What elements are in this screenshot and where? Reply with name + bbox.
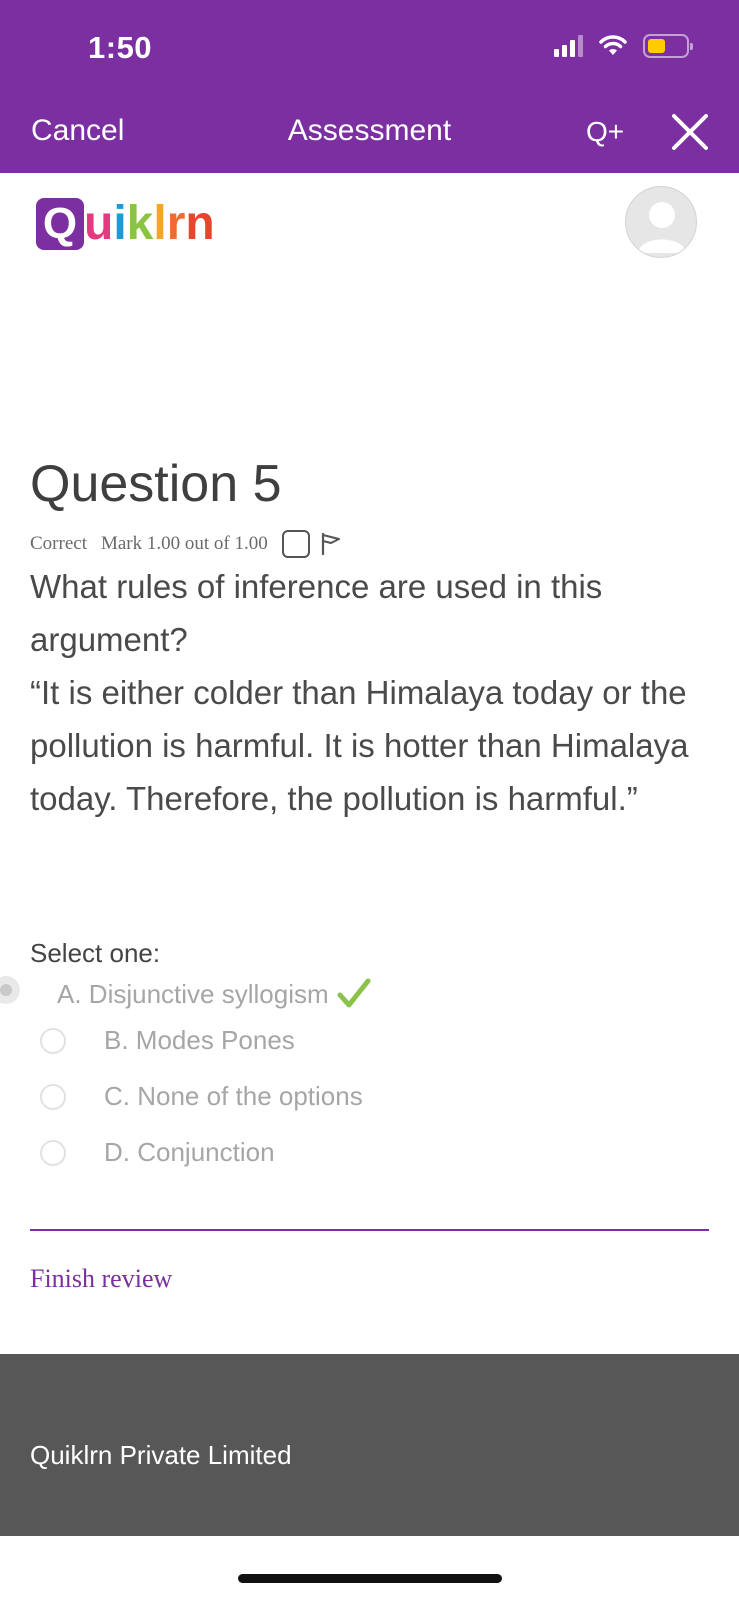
question-meta: Correct Mark 1.00 out of 1.00 xyxy=(30,530,342,558)
top-bar: 1:50 Cancel Assessment Q+ xyxy=(0,0,739,173)
radio-button[interactable] xyxy=(40,1027,66,1054)
divider xyxy=(30,1229,709,1231)
logo-letter: k xyxy=(126,197,154,250)
wifi-icon xyxy=(599,35,627,55)
answer-option-d[interactable]: D. Conjunction xyxy=(40,1137,275,1168)
home-indicator[interactable] xyxy=(238,1574,502,1583)
cellular-signal-icon xyxy=(554,35,583,57)
status-time: 1:50 xyxy=(88,30,153,65)
selected-radio-indicator xyxy=(0,976,20,1004)
logo-letter: i xyxy=(113,197,127,250)
radio-button[interactable] xyxy=(40,1083,66,1110)
battery-icon xyxy=(643,34,693,58)
question-title: Question 5 xyxy=(30,455,282,513)
question-text-line: “It is either colder than Himalaya today… xyxy=(30,674,689,817)
flag-checkbox[interactable] xyxy=(281,530,310,558)
select-prompt: Select one: xyxy=(30,938,161,968)
question-text: What rules of inference are used in this… xyxy=(30,560,720,825)
question-state: Correct xyxy=(30,533,87,554)
finish-review-link[interactable]: Finish review xyxy=(30,1264,172,1294)
page-title: Assessment xyxy=(287,114,452,147)
avatar[interactable] xyxy=(625,186,697,258)
answer-label: B. Modes Pones xyxy=(104,1025,295,1055)
logo-letter: r xyxy=(166,197,186,250)
answer-label: A. Disjunctive syllogism xyxy=(57,978,329,1009)
answer-option-a[interactable]: A. Disjunctive syllogism xyxy=(57,978,371,1010)
brand-logo[interactable]: Q u i k l r n xyxy=(36,196,215,252)
answer-label: D. Conjunction xyxy=(104,1137,275,1167)
logo-q-mark: Q xyxy=(36,198,84,250)
logo-letter: u xyxy=(84,197,114,250)
question-text-line: What rules of inference are used in this… xyxy=(30,568,603,658)
logo-letter: l xyxy=(153,197,167,250)
flag-icon[interactable] xyxy=(320,532,342,556)
radio-button[interactable] xyxy=(40,1139,66,1166)
logo-letter: n xyxy=(185,197,215,250)
answer-option-c[interactable]: C. None of the options xyxy=(40,1081,363,1112)
user-icon xyxy=(638,202,686,253)
answer-option-b[interactable]: B. Modes Pones xyxy=(40,1025,295,1056)
question-mark: Mark 1.00 out of 1.00 xyxy=(100,533,268,554)
correct-check-icon xyxy=(337,978,371,1008)
close-icon[interactable] xyxy=(668,110,712,154)
footer-company: Quiklrn Private Limited xyxy=(30,1440,292,1470)
q-plus-button[interactable]: Q+ xyxy=(586,116,624,148)
status-icons xyxy=(554,34,693,58)
answer-label: C. None of the options xyxy=(104,1081,363,1111)
